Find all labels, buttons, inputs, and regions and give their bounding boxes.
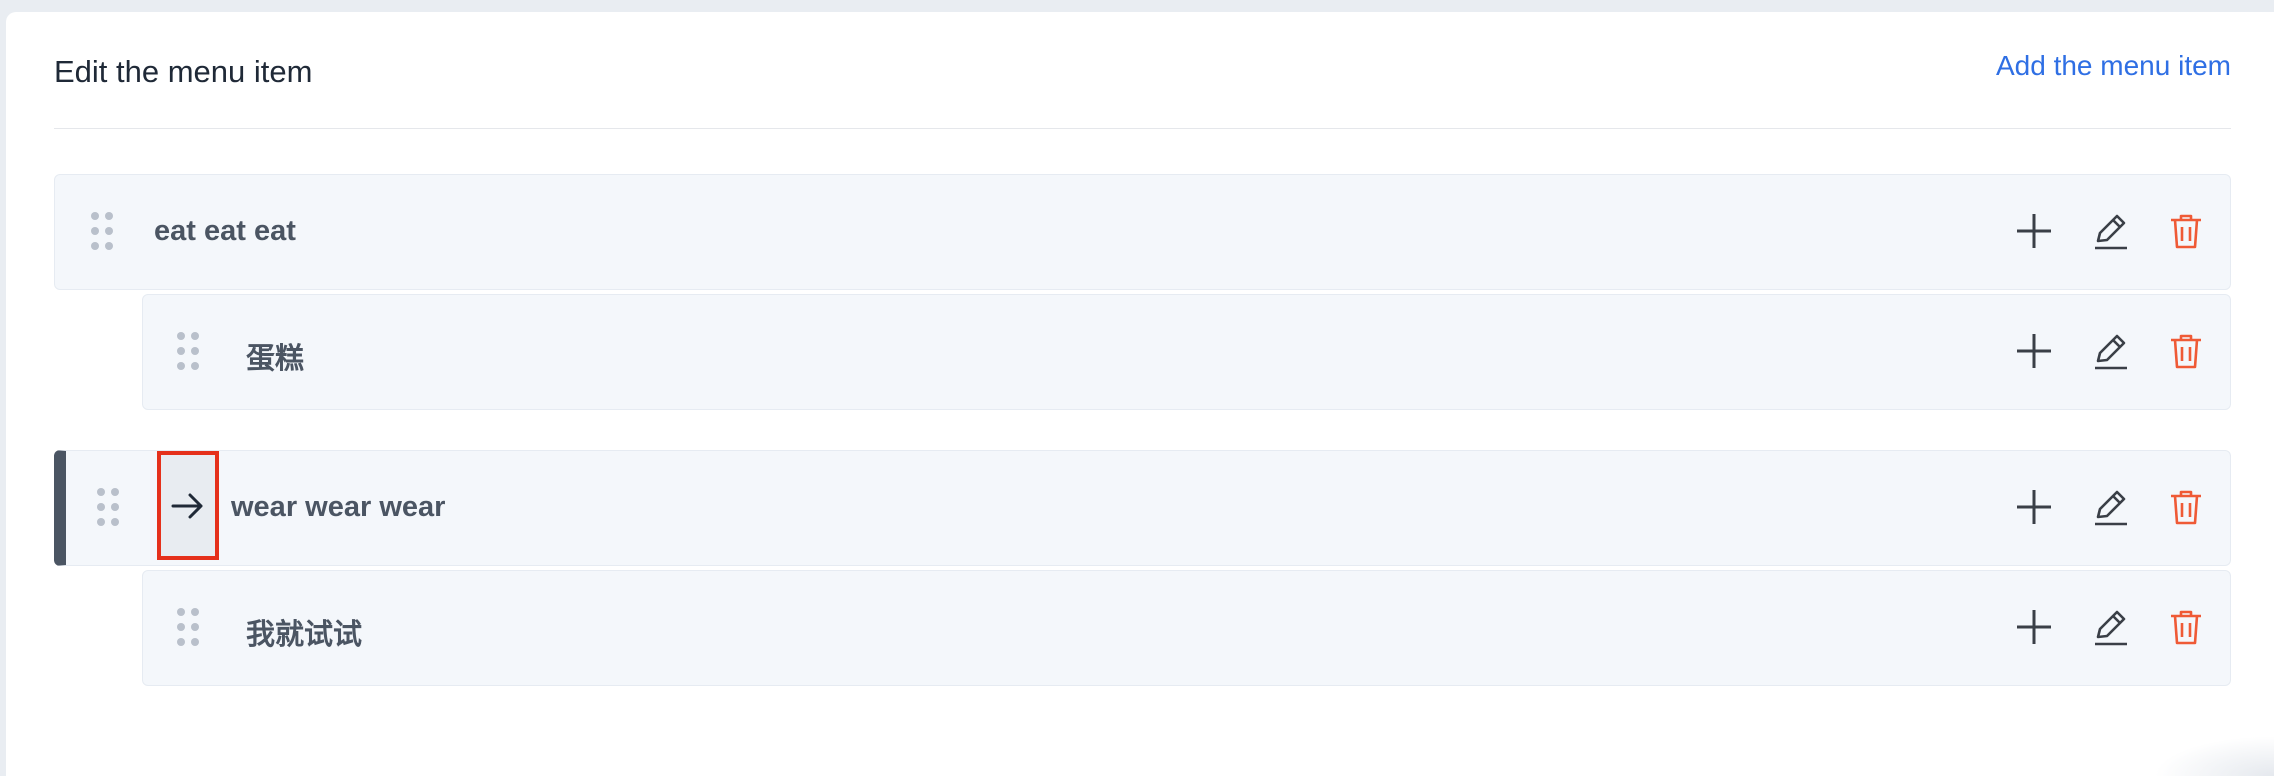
plus-icon[interactable] [2014, 487, 2054, 527]
drag-handle-icon[interactable] [91, 212, 115, 252]
plus-icon[interactable] [2014, 331, 2054, 371]
drag-handle-icon[interactable] [97, 488, 121, 528]
menu-item-row: 蛋糕 [142, 294, 2231, 410]
menu-item-row-active: wear wear wear [54, 450, 2231, 566]
menu-item-row: 我就试试 [142, 570, 2231, 686]
drag-handle-icon[interactable] [177, 332, 201, 372]
drag-handle-icon[interactable] [177, 608, 201, 648]
trash-icon[interactable] [2166, 607, 2206, 647]
menu-item-row: eat eat eat [54, 174, 2231, 290]
menu-item-label: 我就试试 [246, 619, 363, 651]
trash-icon[interactable] [2166, 487, 2206, 527]
arrow-right-icon [171, 493, 203, 518]
pencil-icon[interactable] [2090, 331, 2130, 371]
trash-icon[interactable] [2166, 331, 2206, 371]
menu-item-label: 蛋糕 [246, 343, 305, 375]
trash-icon[interactable] [2166, 211, 2206, 251]
plus-icon[interactable] [2014, 607, 2054, 647]
pencil-icon[interactable] [2090, 211, 2130, 251]
add-menu-item-link[interactable]: Add the menu item [1996, 50, 2231, 82]
page-title: Edit the menu item [54, 54, 313, 89]
pencil-icon[interactable] [2090, 607, 2130, 647]
pencil-icon[interactable] [2090, 487, 2130, 527]
menu-item-label: wear wear wear [231, 491, 446, 523]
card-header: Edit the menu item Add the menu item [54, 12, 2231, 129]
menu-item-label: eat eat eat [154, 215, 296, 247]
move-item-button[interactable] [157, 451, 219, 560]
menu-editor-card: Edit the menu item Add the menu item eat… [6, 12, 2274, 776]
corner-shadow [2154, 736, 2274, 776]
plus-icon[interactable] [2014, 211, 2054, 251]
